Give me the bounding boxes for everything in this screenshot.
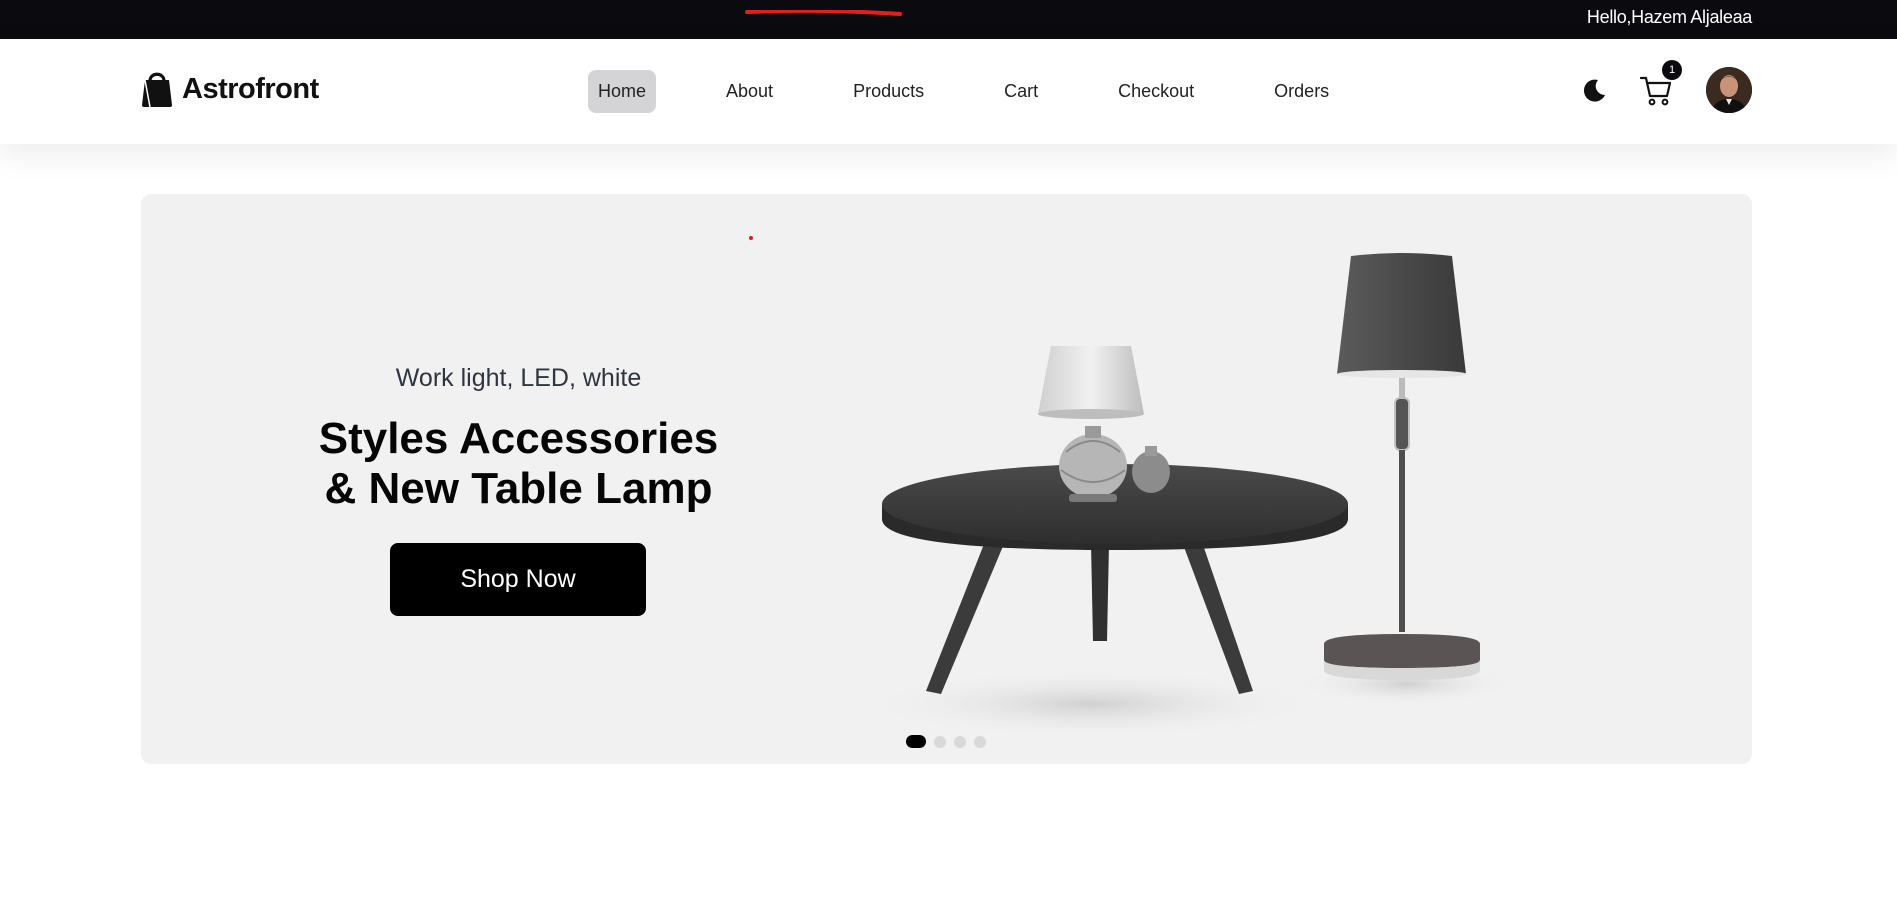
brand-logo[interactable]: Astrofront — [140, 69, 319, 109]
nav-checkout[interactable]: Checkout — [1108, 70, 1204, 113]
hero-product-image — [861, 253, 1516, 739]
carousel-dot-3[interactable] — [954, 735, 966, 748]
hero-subtitle: Work light, LED, white — [395, 364, 642, 392]
greeting-text: Hello,Hazem Aljaleaa — [1586, 7, 1752, 27]
avatar-image — [1706, 67, 1752, 113]
top-bar: Hello,Hazem Aljaleaa — [0, 0, 1897, 39]
nav-cart[interactable]: Cart — [994, 70, 1048, 113]
primary-nav: Home About Products Cart Checkout Orders — [588, 70, 1399, 113]
shop-now-button[interactable]: Shop Now — [390, 543, 646, 616]
hero-carousel: Work light, LED, white Styles Accessorie… — [141, 194, 1752, 764]
carousel-dot-2[interactable] — [934, 735, 946, 748]
cart-count-badge: 1 — [1662, 60, 1682, 80]
header-actions: 1 — [1580, 60, 1752, 113]
red-annotation-dot — [749, 236, 753, 240]
nav-home[interactable]: Home — [588, 70, 657, 113]
cart-button[interactable]: 1 — [1638, 60, 1682, 108]
nav-products[interactable]: Products — [843, 70, 934, 113]
brand-name: Astrofront — [182, 72, 319, 105]
nav-orders[interactable]: Orders — [1264, 70, 1339, 113]
carousel-dot-4[interactable] — [974, 735, 986, 748]
main-navbar: Astrofront Home About Products Cart Chec… — [0, 39, 1897, 144]
hero-title: Styles Accessories & New Table Lamp — [141, 414, 896, 514]
hero-title-line-1: Styles Accessories — [318, 414, 719, 463]
nav-about[interactable]: About — [716, 70, 783, 113]
red-annotation-stroke — [745, 10, 902, 16]
carousel-dot-1[interactable] — [906, 735, 926, 748]
carousel-indicators — [906, 735, 986, 748]
hero-title-line-2: & New Table Lamp — [324, 464, 713, 513]
moon-icon[interactable] — [1580, 76, 1608, 104]
shopping-bag-icon — [142, 72, 172, 108]
user-avatar[interactable] — [1706, 67, 1752, 113]
